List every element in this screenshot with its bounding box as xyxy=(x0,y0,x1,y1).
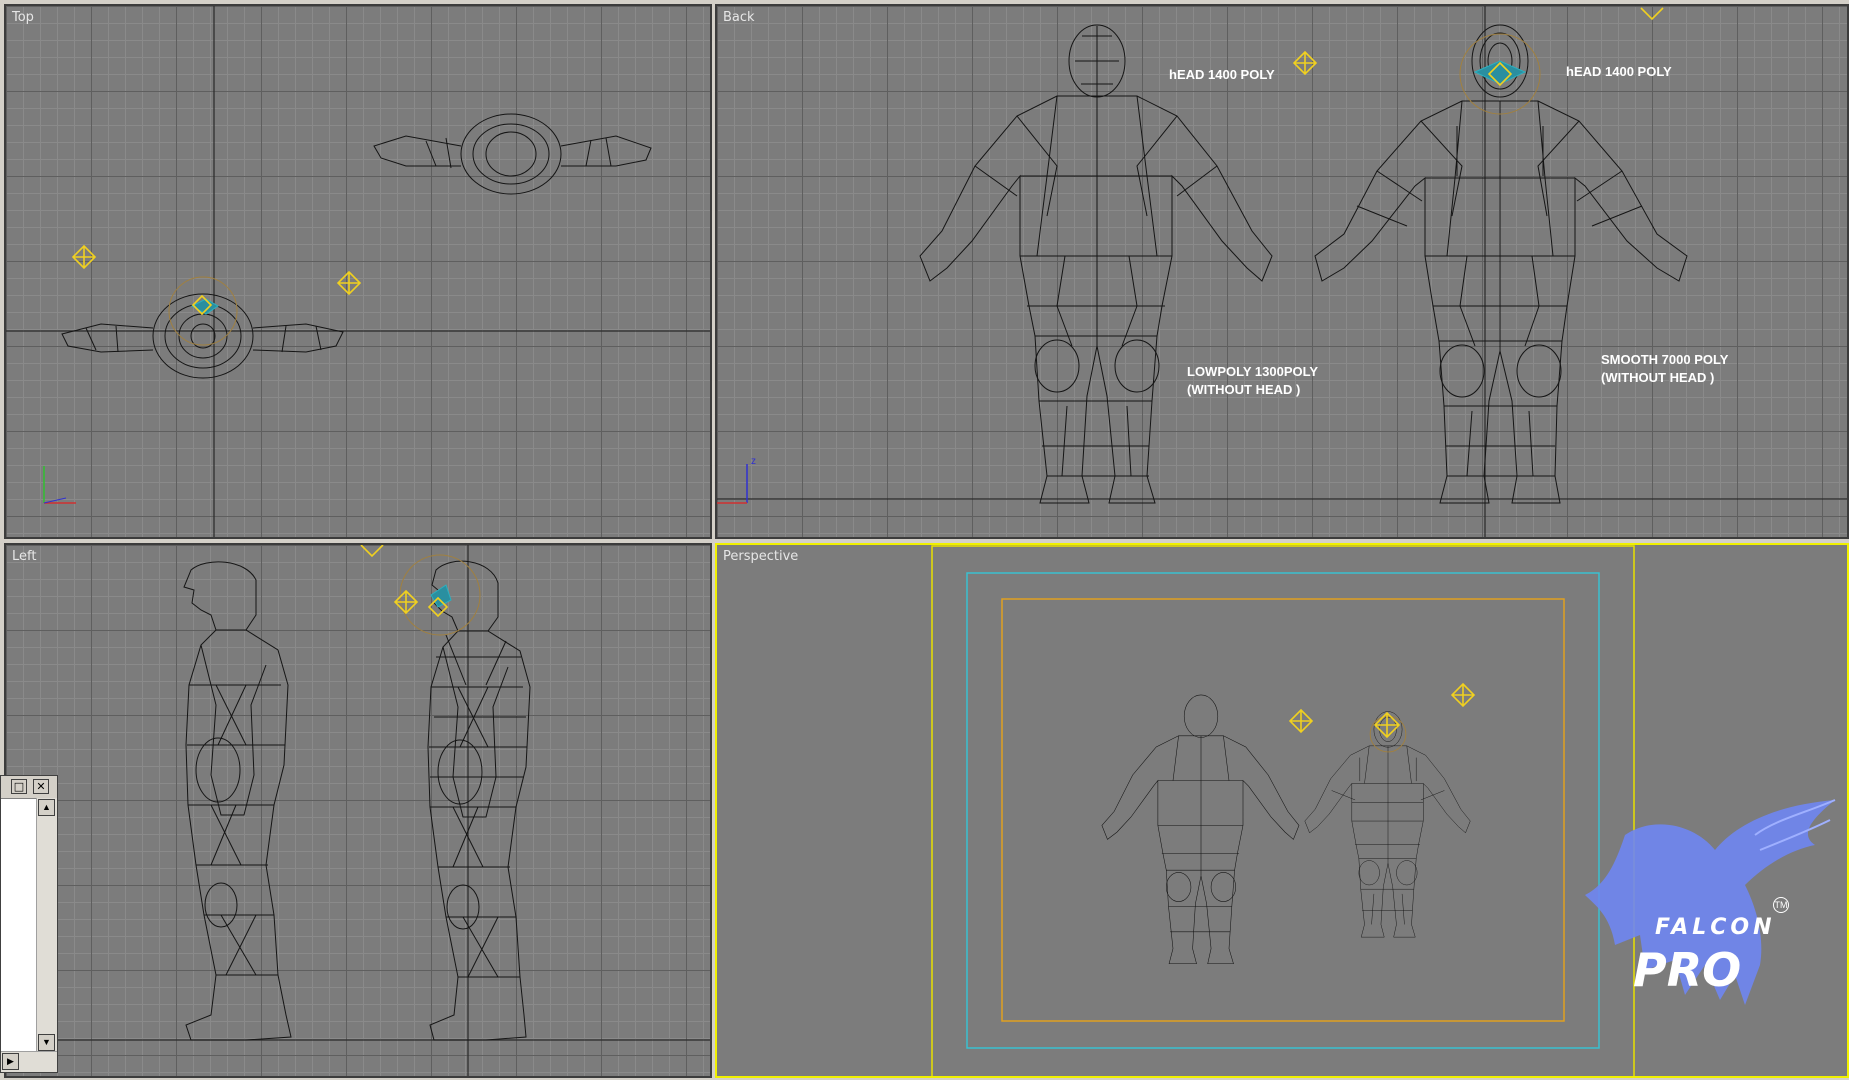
annotation-head-poly-lowpoly: hEAD 1400 POLY xyxy=(1169,67,1275,82)
logo-text-pro: PRO xyxy=(1633,943,1742,997)
scroll-down-button[interactable]: ▼ xyxy=(38,1034,55,1051)
perspective-figure-smooth xyxy=(1304,711,1471,938)
back-view-figure-smooth xyxy=(1314,24,1688,504)
safe-frame-title xyxy=(1001,598,1565,1022)
perspective-figure-lowpoly xyxy=(1101,694,1300,965)
axis-tripod-back xyxy=(717,464,748,504)
left-view-figure-smooth xyxy=(399,554,531,1041)
axis-tripod-top xyxy=(43,466,76,504)
annotation-smooth: SMOOTH 7000 POLY (WITHOUT HEAD ) xyxy=(1601,352,1729,385)
top-view-figure-smooth xyxy=(61,276,344,379)
scroll-up-button[interactable]: ▲ xyxy=(38,799,55,816)
scroll-right-button[interactable]: ▶ xyxy=(2,1053,19,1070)
falcon-pro-logo: FALCON PRO TM xyxy=(1585,795,1840,1015)
viewport-left[interactable]: Left xyxy=(4,543,712,1078)
viewport-back[interactable]: Back hEAD 1400 POLY hEAD 1400 POLY LOWPO… xyxy=(715,4,1849,539)
vertical-scrollbar[interactable]: ▲ ▼ xyxy=(36,798,57,1052)
axis-label-z: z xyxy=(751,456,756,467)
back-view-figure-lowpoly xyxy=(919,24,1273,504)
top-view-figure-lowpoly xyxy=(373,113,652,195)
viewport-left-canvas xyxy=(6,545,710,1076)
annotation-lowpoly: LOWPOLY 1300POLY (WITHOUT HEAD ) xyxy=(1187,364,1319,397)
left-view-figure-lowpoly xyxy=(183,561,292,1041)
logo-text-falcon: FALCON xyxy=(1655,915,1776,940)
mini-window-titlebar[interactable]: □ ✕ xyxy=(1,776,57,799)
viewport-top[interactable]: Top xyxy=(4,4,712,539)
safe-frame-live xyxy=(931,545,1635,1076)
floating-mini-window[interactable]: □ ✕ ▲ ▼ ▶ xyxy=(0,775,58,1073)
horizontal-scrollbar[interactable]: ▶ xyxy=(1,1051,57,1072)
viewport-back-canvas xyxy=(717,6,1847,537)
safe-frame-action xyxy=(966,572,1600,1049)
restore-button[interactable]: □ xyxy=(11,779,27,794)
annotation-head-poly-smooth: hEAD 1400 POLY xyxy=(1566,64,1672,79)
helper-points-perspective xyxy=(1288,682,1476,739)
logo-trademark: TM xyxy=(1773,897,1789,913)
close-button[interactable]: ✕ xyxy=(33,779,49,794)
viewport-top-canvas xyxy=(6,6,710,537)
